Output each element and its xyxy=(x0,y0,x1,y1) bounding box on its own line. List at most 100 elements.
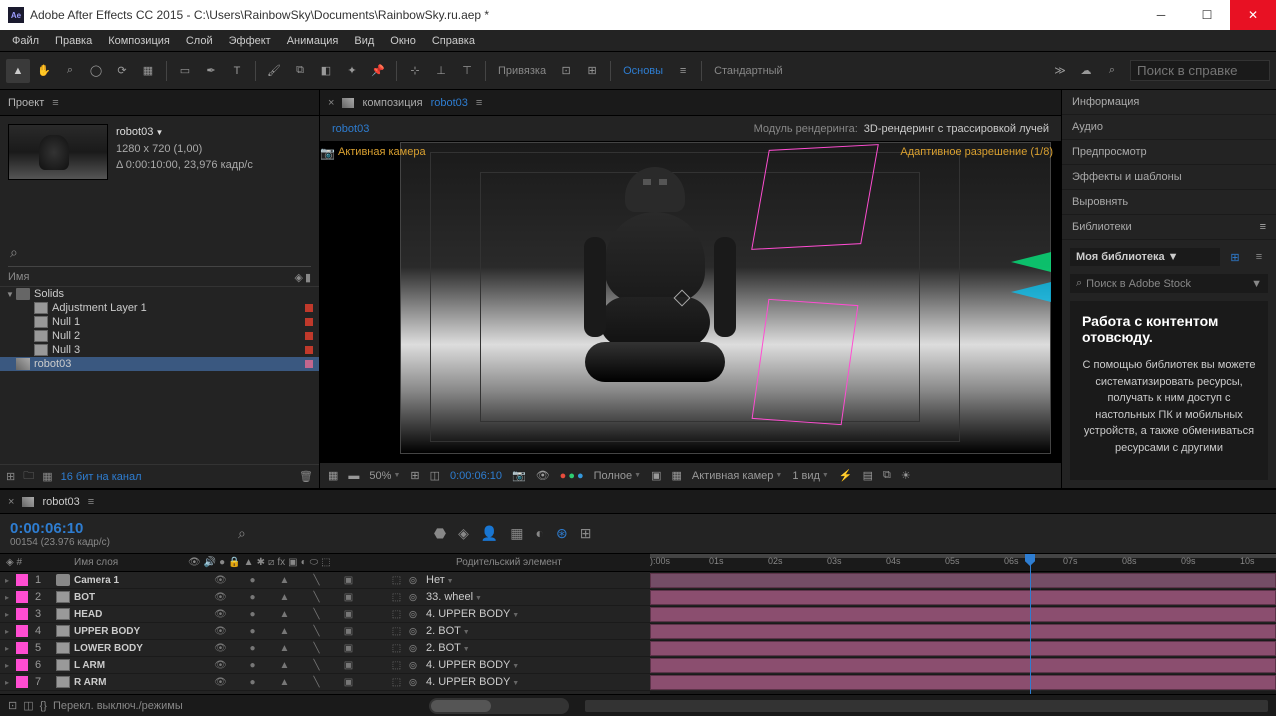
menu-Эффект[interactable]: Эффект xyxy=(221,33,279,49)
channel-icon[interactable]: ●●● xyxy=(560,470,584,482)
frame-blend-icon[interactable]: ▦ xyxy=(510,525,523,542)
tab-menu-icon[interactable]: ≡ xyxy=(88,496,94,508)
libraries-panel-header[interactable]: Библиотеки≡ xyxy=(1062,215,1276,240)
toggle-in-out-icon[interactable]: {} xyxy=(40,700,47,712)
stock-search[interactable]: ⌕ Поиск в Adobe Stock ▼ xyxy=(1070,274,1268,293)
essentials-link[interactable]: Основы xyxy=(617,65,669,77)
snap-edge-icon[interactable]: ⊞ xyxy=(580,59,604,83)
comp-thumbnail[interactable] xyxy=(8,124,108,180)
project-item[interactable]: Null 2 xyxy=(0,329,319,343)
comp-mini-flowchart-icon[interactable]: ⬣ xyxy=(434,525,446,542)
puppet-tool[interactable]: 📌 xyxy=(366,59,390,83)
motion-blur-icon[interactable]: ◐ xyxy=(536,525,544,542)
draft-3d-icon[interactable]: ◈ xyxy=(458,525,469,542)
layer-row[interactable]: ▸ 6 L ARM 👁● ▲╲ ▣⬚ ⊚ 4. UPPER BODY xyxy=(0,657,650,674)
mask-icon[interactable]: ▬ xyxy=(348,470,359,482)
layer-row[interactable]: ▸ 3 HEAD 👁● ▲╲ ▣⬚ ⊚ 4. UPPER BODY xyxy=(0,606,650,623)
rectangle-tool[interactable]: ▭ xyxy=(173,59,197,83)
shy-icon[interactable]: 👤 xyxy=(481,525,498,542)
snap-toggle-icon[interactable]: ⊡ xyxy=(554,59,578,83)
menu-Правка[interactable]: Правка xyxy=(47,33,100,49)
snapshot-icon[interactable]: 📷 xyxy=(512,469,526,482)
help-search-input[interactable] xyxy=(1130,60,1270,81)
layer-row[interactable]: ▸ 2 BOT 👁● ▲╲ ▣⬚ ⊚ 33. wheel xyxy=(0,589,650,606)
layer-bar[interactable] xyxy=(650,658,1276,673)
toggle-switches-icon[interactable]: ⊡ xyxy=(8,699,17,712)
menu-Вид[interactable]: Вид xyxy=(346,33,382,49)
bpc-toggle[interactable]: 16 бит на канал xyxy=(61,471,142,483)
clone-tool[interactable]: ⧉ xyxy=(288,59,312,83)
rotate-tool[interactable]: ⟳ xyxy=(110,59,134,83)
comp-tab-name[interactable]: robot03 xyxy=(431,97,468,109)
interpret-footage-icon[interactable]: ⊞ xyxy=(6,470,15,483)
workspace-dropdown[interactable]: Стандартный xyxy=(708,65,789,77)
snap-label[interactable]: Привязка xyxy=(492,65,552,77)
hand-tool[interactable]: ✋ xyxy=(32,59,56,83)
layer-row[interactable]: ▸ 5 LOWER BODY 👁● ▲╲ ▣⬚ ⊚ 2. BOT xyxy=(0,640,650,657)
timeline-icon[interactable]: ▤ xyxy=(863,469,873,482)
axis-local-icon[interactable]: ⊹ xyxy=(403,59,427,83)
timeline-search[interactable] xyxy=(230,525,254,542)
text-tool[interactable]: T xyxy=(225,59,249,83)
axis-view-icon[interactable]: ⊤ xyxy=(455,59,479,83)
viewport[interactable]: 📷 Активная камера Адаптивное разрешение … xyxy=(320,142,1061,462)
camera-tool[interactable]: ▦ xyxy=(136,59,160,83)
close-tab-icon[interactable]: × xyxy=(8,496,14,508)
playhead[interactable] xyxy=(1030,554,1031,694)
timeline-ruler[interactable]: ):00s01s02s03s04s05s06s07s08s09s10s xyxy=(650,554,1276,572)
track-row[interactable] xyxy=(650,657,1276,674)
brush-tool[interactable]: 🖌 xyxy=(262,59,286,83)
tab-menu-icon[interactable]: ≡ xyxy=(476,97,482,109)
flowchart-icon[interactable]: ⧉ xyxy=(883,469,891,482)
frames-display[interactable]: 00154 (23.976 кадр/с) xyxy=(10,537,220,548)
project-item[interactable]: Null 3 xyxy=(0,343,319,357)
panel-Выровнять[interactable]: Выровнять xyxy=(1062,190,1276,215)
view-count-dropdown[interactable]: 1 вид xyxy=(792,470,829,482)
type-column-icon[interactable]: ▮ xyxy=(305,271,311,284)
timeline-tracks[interactable]: ):00s01s02s03s04s05s06s07s08s09s10s xyxy=(650,554,1276,694)
label-column-icon[interactable]: ◈ xyxy=(294,271,302,284)
project-item[interactable]: robot03 xyxy=(0,357,319,371)
exposure-icon[interactable]: ☀ xyxy=(901,469,911,482)
menu-Анимация[interactable]: Анимация xyxy=(279,33,347,49)
quality-dropdown[interactable]: Полное xyxy=(594,470,641,482)
pen-tool[interactable]: ✒ xyxy=(199,59,223,83)
layer-row[interactable]: ▸ 4 UPPER BODY 👁● ▲╲ ▣⬚ ⊚ 2. BOT xyxy=(0,623,650,640)
panel-menu-icon[interactable]: ≡ xyxy=(52,97,58,109)
maximize-button[interactable]: ☐ xyxy=(1184,0,1230,30)
library-dropdown[interactable]: Моя библиотека ▼ xyxy=(1070,248,1220,266)
chevron-down-icon[interactable]: ▼ xyxy=(1251,278,1262,290)
always-preview-icon[interactable]: ▦ xyxy=(328,469,338,482)
eraser-tool[interactable]: ◧ xyxy=(314,59,338,83)
view-label[interactable]: Активная камера xyxy=(338,146,426,158)
graph-editor-icon[interactable]: ⊛ xyxy=(556,525,568,542)
name-column-header[interactable]: Имя слоя xyxy=(32,557,186,568)
transparency-icon[interactable]: ▦ xyxy=(672,469,682,482)
close-button[interactable]: ✕ xyxy=(1230,0,1276,30)
new-folder-icon[interactable]: 🗀 xyxy=(23,467,34,486)
flowchart-comp-link[interactable]: robot03 xyxy=(332,123,369,135)
toggle-modes-icon[interactable]: ◫ xyxy=(23,699,33,712)
brainstorm-icon[interactable]: ⊞ xyxy=(580,525,592,542)
show-snapshot-icon[interactable]: 👁 xyxy=(536,469,550,482)
timecode-display[interactable]: 0:00:06:10 xyxy=(10,520,220,537)
close-tab-icon[interactable]: × xyxy=(328,97,334,109)
new-comp-icon[interactable]: ▦ xyxy=(42,470,52,483)
menu-Справка[interactable]: Справка xyxy=(424,33,483,49)
roto-tool[interactable]: ✦ xyxy=(340,59,364,83)
track-row[interactable] xyxy=(650,572,1276,589)
layer-row[interactable]: ▸ 7 R ARM 👁● ▲╲ ▣⬚ ⊚ 4. UPPER BODY xyxy=(0,674,650,691)
layer-bar[interactable] xyxy=(650,607,1276,622)
panel-Предпросмотр[interactable]: Предпросмотр xyxy=(1062,140,1276,165)
3d-layer-outline[interactable] xyxy=(752,299,859,425)
layer-bar[interactable] xyxy=(650,675,1276,690)
menu-Файл[interactable]: Файл xyxy=(4,33,47,49)
layer-bar[interactable] xyxy=(650,641,1276,656)
camera-view-icon[interactable]: 📷 xyxy=(320,146,335,160)
toggle-mask-icon[interactable]: ◫ xyxy=(430,469,440,482)
switch-mode-label[interactable]: Перекл. выключ./режимы xyxy=(53,700,183,712)
grid-view-icon[interactable]: ⊞ xyxy=(1226,248,1244,266)
horizontal-scrollbar[interactable] xyxy=(585,700,1268,712)
grid-icon[interactable]: ⊞ xyxy=(410,469,419,482)
panel-Эффекты и шаблоны[interactable]: Эффекты и шаблоны xyxy=(1062,165,1276,190)
